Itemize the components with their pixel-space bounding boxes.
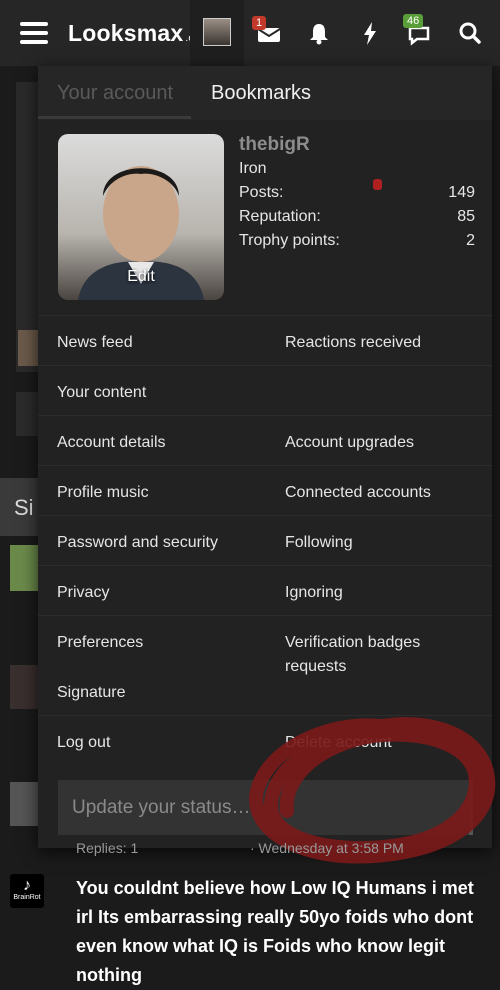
link-row: Account details Account upgrades bbox=[38, 415, 492, 465]
search-icon[interactable] bbox=[455, 18, 485, 48]
stat-label: Posts: bbox=[239, 184, 284, 201]
stat-value[interactable]: 149 bbox=[448, 184, 475, 208]
username[interactable]: thebigR bbox=[239, 134, 475, 160]
thread-date: · Wednesday at 3:58 PM bbox=[250, 840, 404, 856]
stat-value[interactable]: 2 bbox=[466, 232, 475, 256]
user-rank: Iron bbox=[239, 160, 267, 177]
thread-avatar[interactable]: ♪ BrainRot bbox=[10, 874, 44, 908]
link-your-content[interactable]: Your content bbox=[57, 381, 146, 405]
thumb-label: BrainRot bbox=[13, 894, 41, 901]
link-privacy[interactable]: Privacy bbox=[57, 581, 109, 605]
background-panel bbox=[16, 82, 38, 372]
link-following[interactable]: Following bbox=[285, 531, 485, 555]
stat-value[interactable]: 85 bbox=[457, 208, 475, 232]
link-ignoring[interactable]: Ignoring bbox=[285, 581, 485, 605]
link-account-upgrades[interactable]: Account upgrades bbox=[285, 431, 485, 455]
link-delete-account[interactable]: Delete account bbox=[285, 731, 485, 755]
tab-your-account[interactable]: Your account bbox=[57, 82, 173, 105]
link-row: Password and security Following bbox=[38, 515, 492, 565]
link-row: Your content bbox=[38, 365, 492, 415]
link-password-security[interactable]: Password and security bbox=[57, 531, 218, 555]
hamburger-menu-icon[interactable] bbox=[20, 22, 48, 44]
link-account-details[interactable]: Account details bbox=[57, 431, 166, 455]
link-reactions-received[interactable]: Reactions received bbox=[285, 331, 485, 355]
site-logo[interactable]: Looksmax.org bbox=[68, 20, 203, 47]
lightning-icon[interactable] bbox=[355, 18, 385, 48]
active-tab-indicator bbox=[38, 116, 191, 119]
thread-replies: Replies: 1 bbox=[76, 840, 139, 856]
link-profile-music[interactable]: Profile music bbox=[57, 481, 149, 505]
account-links: News feed Reactions received Your conten… bbox=[38, 315, 492, 765]
background-thumbnail bbox=[10, 545, 38, 591]
link-preferences[interactable]: Preferences bbox=[57, 631, 143, 655]
stat-trophy-points: Trophy points: 2 bbox=[239, 232, 475, 256]
tiktok-icon: ♪ bbox=[23, 877, 31, 894]
scribble-dot bbox=[373, 179, 382, 190]
alerts-badge: 46 bbox=[403, 14, 424, 28]
conversations-badge: 1 bbox=[252, 16, 267, 30]
link-connected-accounts[interactable]: Connected accounts bbox=[285, 481, 485, 505]
stat-label: Trophy points: bbox=[239, 232, 340, 249]
account-avatar-button[interactable] bbox=[190, 0, 244, 66]
stat-label: Reputation: bbox=[239, 208, 321, 225]
link-row: Preferences Verification badges requests bbox=[38, 615, 492, 675]
status-input[interactable] bbox=[58, 780, 469, 835]
link-row: Profile music Connected accounts bbox=[38, 465, 492, 515]
link-row: Privacy Ignoring bbox=[38, 565, 492, 615]
link-row: Signature bbox=[38, 665, 492, 715]
alerts-chat-icon[interactable]: 46 bbox=[403, 14, 435, 48]
thread-title[interactable]: You couldnt believe how Low IQ Humans i … bbox=[76, 874, 486, 990]
profile-avatar[interactable]: Edit bbox=[58, 134, 224, 300]
stat-reputation: Reputation: 85 bbox=[239, 208, 475, 232]
top-navigation-bar: Looksmax.org 1 46 bbox=[0, 0, 500, 66]
conversations-icon[interactable]: 1 bbox=[252, 16, 284, 48]
profile-stats: thebigR Iron Posts: 149 Reputation: 85 T… bbox=[239, 134, 475, 256]
tab-bookmarks[interactable]: Bookmarks bbox=[211, 82, 311, 105]
stat-posts: Posts: 149 bbox=[239, 184, 475, 208]
background-avatar bbox=[18, 330, 38, 366]
edit-avatar-label[interactable]: Edit bbox=[58, 268, 224, 286]
link-news-feed[interactable]: News feed bbox=[57, 331, 133, 355]
account-menu: Your account Bookmarks Edit thebigR Iron… bbox=[38, 66, 496, 864]
background-thumbnail bbox=[10, 665, 38, 709]
link-row: News feed Reactions received bbox=[38, 315, 492, 365]
link-row: Log out Delete account bbox=[38, 715, 492, 765]
bell-icon[interactable] bbox=[304, 18, 334, 48]
account-menu-tabs: Your account Bookmarks bbox=[38, 66, 492, 120]
status-update-box bbox=[58, 780, 473, 835]
background-button bbox=[16, 392, 38, 436]
link-signature[interactable]: Signature bbox=[57, 681, 126, 705]
avatar bbox=[203, 18, 231, 46]
background-section-heading: Si bbox=[0, 478, 38, 536]
background-thumbnail bbox=[10, 782, 38, 826]
link-log-out[interactable]: Log out bbox=[57, 731, 110, 755]
